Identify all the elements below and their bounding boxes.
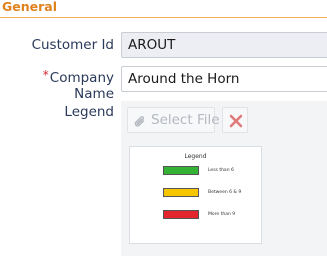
legend-swatch-yellow xyxy=(163,188,199,197)
legend-swatch-red xyxy=(163,210,199,219)
close-icon xyxy=(229,114,243,128)
legend-swatch-label: Between 6 & 9 xyxy=(208,190,242,195)
customer-id-label: Customer Id xyxy=(31,37,114,53)
section-title: General xyxy=(2,0,57,14)
section-header: General xyxy=(0,0,327,18)
legend-swatch-green xyxy=(163,166,199,175)
customer-id-field[interactable]: AROUT xyxy=(121,32,327,58)
select-file-label: Select File xyxy=(151,112,220,128)
legend-label: Legend xyxy=(64,104,114,120)
company-name-field[interactable]: Around the Horn xyxy=(121,66,327,92)
company-name-label: Company Name xyxy=(49,70,114,102)
legend-image-preview: Legend Less than 6 Between 6 & 9 More th… xyxy=(129,146,262,244)
delete-file-button[interactable] xyxy=(222,107,248,133)
required-indicator: * xyxy=(42,68,49,82)
company-name-label-row: *Company Name xyxy=(2,68,114,102)
file-upload-panel: Select File Legend Less than 6 Between 6… xyxy=(121,101,327,256)
legend-swatch-label: Less than 6 xyxy=(208,168,234,173)
paperclip-icon xyxy=(134,113,146,137)
legend-preview-title: Legend xyxy=(184,153,207,160)
legend-swatch-label: More than 9 xyxy=(208,212,236,217)
select-file-button[interactable]: Select File xyxy=(127,107,220,133)
